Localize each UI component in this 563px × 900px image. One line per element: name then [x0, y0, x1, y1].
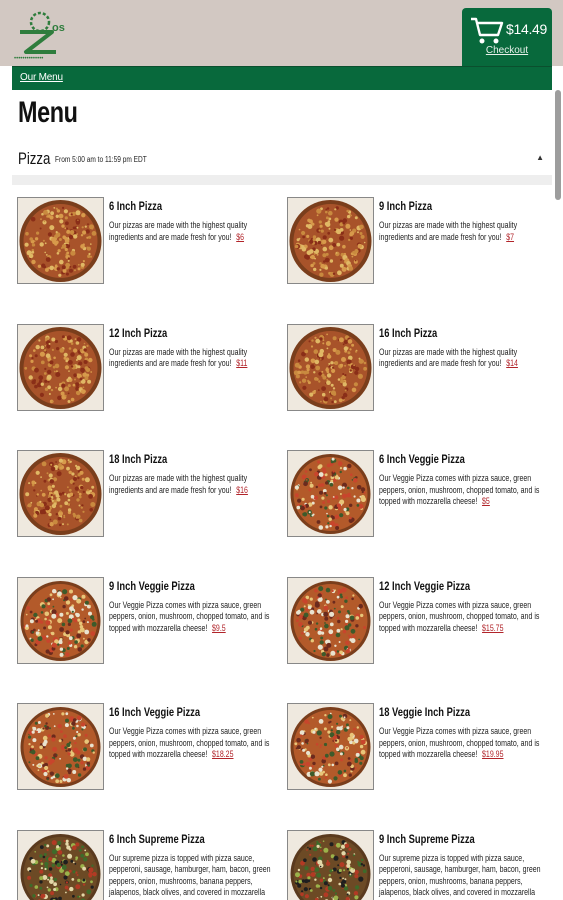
menu-item-description-text: Our pizzas are made with the highest qua… [379, 220, 518, 242]
nav-our-menu-link[interactable]: Our Menu [20, 72, 63, 83]
menu-item-name[interactable]: 6 Inch Supreme Pizza [109, 832, 205, 846]
pizza-image[interactable] [17, 829, 104, 900]
menu-item[interactable]: 12 Inch Veggie Pizza Our Veggie Pizza com… [287, 576, 557, 687]
menu-item-name[interactable]: 9 Inch Pizza [379, 199, 432, 213]
menu-item[interactable]: 9 Inch Veggie Pizza Our Veggie Pizza come… [17, 576, 287, 687]
menu-item-description: Our Veggie Pizza comes with pizza sauce,… [109, 600, 277, 635]
nav-bar: Our Menu [12, 66, 552, 90]
menu-item-name[interactable]: 16 Inch Veggie Pizza [109, 705, 200, 719]
menu-item-description-text: Our supreme pizza is topped with pizza s… [109, 852, 271, 898]
caret-up-icon[interactable]: ▲ [536, 153, 544, 162]
logo[interactable]: os •••••••••••••• [12, 4, 82, 62]
pizza-image[interactable] [17, 703, 104, 790]
menu-item-description: Our Veggie Pizza comes with pizza sauce,… [379, 473, 547, 508]
top-bar: os •••••••••••••• $14.49 Checkout [0, 0, 563, 90]
menu-item-name[interactable]: 18 Inch Pizza [109, 452, 167, 466]
menu-item-description: Our pizzas are made with the highest qua… [109, 220, 277, 243]
menu-item-name[interactable]: 6 Inch Veggie Pizza [379, 452, 465, 466]
pizza-image[interactable] [287, 323, 374, 411]
page-title: Menu [18, 96, 78, 129]
menu-item-name[interactable]: 16 Inch Pizza [379, 326, 437, 340]
menu-item-description-text: Our pizzas are made with the highest qua… [109, 346, 248, 369]
menu-item-description: Our pizzas are made with the highest qua… [379, 347, 547, 370]
pizza-image[interactable] [17, 323, 104, 411]
checkout-link[interactable]: Checkout [462, 45, 552, 56]
menu-item[interactable]: 12 Inch Pizza Our pizzas are made with th… [17, 323, 287, 434]
menu-item-name[interactable]: 12 Inch Pizza [109, 326, 167, 340]
menu-item-price[interactable]: $7 [506, 232, 514, 242]
pizza-image[interactable] [287, 829, 374, 900]
menu-item[interactable]: 18 Inch Pizza Our pizzas are made with th… [17, 450, 287, 560]
menu-item-price[interactable]: $11 [236, 358, 247, 368]
menu-item-description: Our Veggie Pizza comes with pizza sauce,… [379, 726, 547, 761]
pizza-image[interactable] [17, 197, 104, 284]
menu-item-description-text: Our Veggie Pizza comes with pizza sauce,… [109, 599, 270, 633]
menu-item-name[interactable]: 9 Inch Veggie Pizza [109, 579, 195, 593]
menu-item-description: Our supreme pizza is topped with pizza s… [379, 853, 547, 899]
cart-total: $14.49 [506, 21, 548, 37]
section-title: Pizza [18, 149, 51, 168]
scrollbar[interactable] [555, 90, 561, 200]
svg-text:••••••••••••••: •••••••••••••• [14, 56, 43, 62]
menu-item-price[interactable]: $14 [506, 358, 518, 368]
pizza-image[interactable] [17, 576, 104, 664]
shopping-cart-icon [470, 16, 504, 46]
menu-item-description: Our pizzas are made with the highest qua… [109, 473, 277, 496]
menu-item-description: Our supreme pizza is topped with pizza s… [109, 853, 277, 899]
menu-item-price[interactable]: $15.75 [482, 623, 503, 633]
menu-item-description-text: Our Veggie Pizza comes with pizza sauce,… [379, 599, 540, 633]
menu-item-name[interactable]: 18 Veggie Inch Pizza [379, 705, 470, 719]
menu-item-price[interactable]: $9.5 [212, 623, 226, 633]
menu-item[interactable]: 16 Inch Pizza Our pizzas are made with th… [287, 323, 557, 434]
menu-item-description-text: Our Veggie Pizza comes with pizza sauce,… [379, 473, 540, 507]
menu-item-description: Our pizzas are made with the highest qua… [109, 347, 277, 370]
menu-item-price[interactable]: $6 [236, 232, 244, 242]
menu-item[interactable]: 18 Veggie Inch Pizza Our Veggie Pizza com… [287, 703, 557, 813]
menu-item-description-text: Our pizzas are made with the highest qua… [109, 473, 248, 495]
pizza-image[interactable] [287, 450, 374, 537]
menu-item[interactable]: 6 Inch Veggie Pizza Our Veggie Pizza come… [287, 450, 557, 560]
menu-item[interactable]: 9 Inch Pizza Our pizzas are made with the… [287, 197, 557, 307]
menu-item[interactable]: 9 Inch Supreme Pizza Our supreme pizza is… [287, 829, 557, 900]
menu-item-description: Our pizzas are made with the highest qua… [379, 220, 547, 243]
menu-item-description: Our Veggie Pizza comes with pizza sauce,… [109, 726, 277, 761]
menu-item-name[interactable]: 12 Inch Veggie Pizza [379, 579, 470, 593]
pizza-image[interactable] [287, 576, 374, 664]
menu-item-name[interactable]: 9 Inch Supreme Pizza [379, 832, 475, 846]
svg-text:os: os [52, 22, 65, 34]
menu-item-description-text: Our Veggie Pizza comes with pizza sauce,… [379, 726, 540, 760]
menu-item[interactable]: 6 Inch Supreme Pizza Our supreme pizza is… [17, 829, 287, 900]
menu-item[interactable]: 16 Inch Veggie Pizza Our Veggie Pizza com… [17, 703, 287, 813]
pizza-image[interactable] [287, 197, 374, 284]
menu-item-description-text: Our pizzas are made with the highest qua… [109, 220, 248, 242]
menu-item-price[interactable]: $18.25 [212, 749, 233, 759]
pizza-image[interactable] [17, 450, 104, 537]
menu-item-price[interactable]: $16 [236, 485, 248, 495]
menu-item-price[interactable]: $19.95 [482, 749, 503, 759]
menu-item-description-text: Our supreme pizza is topped with pizza s… [379, 852, 541, 898]
menu-item-description-text: Our Veggie Pizza comes with pizza sauce,… [109, 726, 270, 760]
pizza-image[interactable] [287, 703, 374, 790]
section-hours: From 5:00 am to 11:59 pm EDT [55, 155, 147, 164]
menu-item-name[interactable]: 6 Inch Pizza [109, 199, 162, 213]
section-header-pizza[interactable]: Pizza From 5:00 am to 11:59 pm EDT ▲ [12, 147, 552, 175]
menu-item[interactable]: 6 Inch Pizza Our pizzas are made with the… [17, 197, 287, 307]
menu-item-description: Our Veggie Pizza comes with pizza sauce,… [379, 600, 547, 635]
menu-item-price[interactable]: $5 [482, 496, 490, 506]
section-divider [12, 175, 552, 185]
menu-item-description-text: Our pizzas are made with the highest qua… [379, 346, 518, 369]
